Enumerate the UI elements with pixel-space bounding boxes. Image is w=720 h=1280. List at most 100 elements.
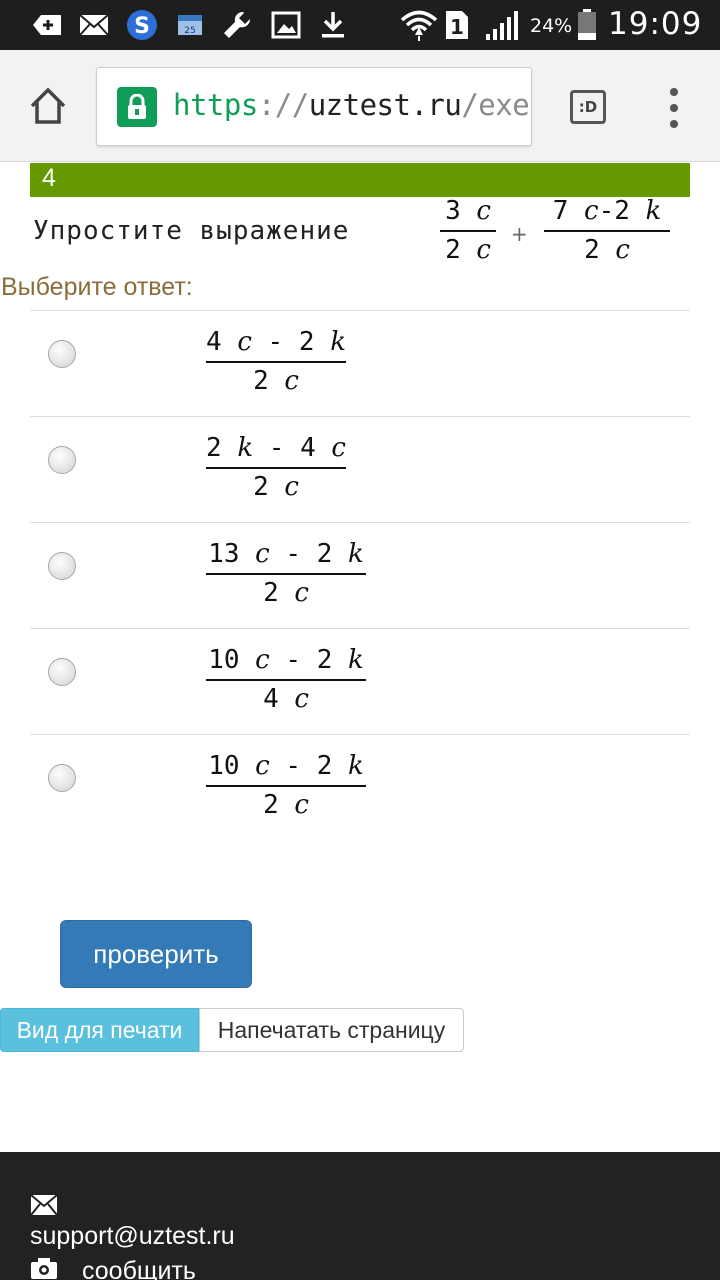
signal-icon bbox=[484, 10, 520, 40]
denominator-variable: c bbox=[284, 472, 299, 502]
fraction-denominator: 2 c bbox=[253, 366, 299, 396]
fraction-numerator: 4 c - 2 k bbox=[206, 327, 346, 357]
fraction-denominator: 2 c bbox=[584, 235, 630, 265]
address-bar[interactable]: https://uztest.ru/exer bbox=[96, 67, 532, 146]
fraction-bar bbox=[206, 361, 346, 363]
denominator-coefficient: 4 bbox=[263, 684, 295, 714]
numerator-variable: c bbox=[255, 539, 270, 569]
fraction-numerator: 7 c-2 k bbox=[553, 196, 662, 226]
numerator-variable: c bbox=[331, 433, 346, 463]
numerator-coefficient: - 4 bbox=[253, 433, 332, 463]
answer-radio[interactable] bbox=[48, 340, 76, 368]
denominator-coefficient: 2 bbox=[263, 790, 295, 820]
lock-icon bbox=[117, 87, 157, 127]
image-icon bbox=[270, 10, 302, 40]
answer-option-2[interactable]: 2 k - 4 c 2 c bbox=[30, 416, 690, 522]
fraction-bar bbox=[440, 230, 496, 232]
numerator-coefficient: -2 bbox=[598, 196, 646, 226]
denominator-variable: c bbox=[294, 684, 309, 714]
status-bar: S 25 1 24% 19:09 bbox=[0, 0, 720, 50]
denominator-coefficient: 2 bbox=[445, 235, 477, 265]
question-number-header: 4 bbox=[30, 163, 690, 197]
denominator-coefficient: 2 bbox=[584, 235, 616, 265]
numerator-coefficient: 3 bbox=[445, 196, 477, 226]
print-page-button[interactable]: Напечатать страницу bbox=[199, 1008, 464, 1052]
fraction-bar bbox=[206, 679, 366, 681]
url-path: /exer bbox=[461, 88, 531, 122]
question-prompt: Упростите выражение bbox=[33, 216, 350, 246]
plus-operator: + bbox=[511, 222, 528, 246]
sim-slot-number: 1 bbox=[450, 15, 464, 39]
menu-dot-icon bbox=[670, 120, 678, 128]
download-icon bbox=[318, 10, 348, 40]
denominator-variable: c bbox=[294, 790, 309, 820]
tabs-button[interactable]: :D bbox=[570, 90, 606, 124]
denominator-variable: c bbox=[615, 235, 630, 265]
numerator-variable: k bbox=[330, 327, 346, 357]
question-statement: Упростите выражение 3 c 2 c + 7 c-2 k 2 … bbox=[30, 196, 690, 272]
answer-option-5[interactable]: 10 c - 2 k 2 c bbox=[30, 734, 690, 840]
camera-icon bbox=[30, 1256, 58, 1280]
answer-radio[interactable] bbox=[48, 764, 76, 792]
choose-answer-label: Выберите ответ: bbox=[1, 273, 193, 301]
fraction-denominator: 2 c bbox=[253, 472, 299, 502]
answer-radio[interactable] bbox=[48, 552, 76, 580]
sim-icon: 1 bbox=[444, 10, 470, 40]
option-fraction: 10 c - 2 k 2 c bbox=[206, 751, 366, 820]
numerator-coefficient: 10 bbox=[208, 645, 256, 675]
skype-icon: S bbox=[124, 10, 160, 40]
battery-icon bbox=[576, 9, 598, 40]
numerator-coefficient: - 2 bbox=[269, 539, 349, 569]
numerator-variable: c bbox=[584, 196, 599, 226]
option-fraction: 2 k - 4 c 2 c bbox=[206, 433, 346, 502]
numerator-coefficient: - 2 bbox=[269, 751, 349, 781]
answer-option-3[interactable]: 13 c - 2 k 2 c bbox=[30, 522, 690, 628]
calendar-icon: 25 bbox=[176, 10, 206, 40]
menu-dot-icon bbox=[670, 104, 678, 112]
overflow-menu-button[interactable] bbox=[666, 88, 682, 128]
numerator-variable: c bbox=[255, 751, 270, 781]
numerator-variable: k bbox=[348, 645, 364, 675]
denominator-variable: c bbox=[294, 578, 309, 608]
fraction-numerator: 3 c bbox=[445, 196, 491, 226]
answer-radio[interactable] bbox=[48, 658, 76, 686]
fraction-bar bbox=[544, 230, 670, 232]
fraction-denominator: 4 c bbox=[263, 684, 309, 714]
svg-text:25: 25 bbox=[184, 26, 195, 36]
question-fraction-2: 7 c-2 k 2 c bbox=[544, 196, 670, 265]
fraction-numerator: 10 c - 2 k bbox=[208, 751, 364, 781]
numerator-coefficient: - 2 bbox=[251, 327, 331, 357]
print-view-button[interactable]: Вид для печати bbox=[0, 1008, 199, 1052]
numerator-coefficient: 10 bbox=[208, 751, 256, 781]
answer-radio[interactable] bbox=[48, 446, 76, 474]
numerator-variable: c bbox=[476, 196, 491, 226]
option-fraction: 13 c - 2 k 2 c bbox=[206, 539, 366, 608]
report-link[interactable]: сообщить bbox=[82, 1257, 196, 1280]
check-answer-button[interactable]: проверить bbox=[60, 920, 252, 988]
answer-option-4[interactable]: 10 c - 2 k 4 c bbox=[30, 628, 690, 734]
numerator-variable: k bbox=[348, 539, 364, 569]
support-email-link[interactable]: support@uztest.ru bbox=[30, 1222, 235, 1251]
answer-option-1[interactable]: 4 c - 2 k 2 c bbox=[30, 310, 690, 416]
url-text: https://uztest.ru/exer bbox=[173, 88, 531, 122]
numerator-variable: k bbox=[645, 196, 662, 226]
numerator-variable: c bbox=[237, 327, 252, 357]
fraction-numerator: 10 c - 2 k bbox=[208, 645, 364, 675]
url-host: uztest.ru bbox=[308, 88, 462, 122]
menu-dot-icon bbox=[670, 88, 678, 96]
wrench-icon bbox=[220, 10, 254, 40]
fraction-denominator: 2 c bbox=[263, 790, 309, 820]
home-button[interactable] bbox=[26, 84, 70, 128]
numerator-variable: c bbox=[255, 645, 270, 675]
fraction-bar bbox=[206, 467, 346, 469]
envelope-icon bbox=[30, 1194, 58, 1221]
svg-text:S: S bbox=[134, 14, 150, 39]
numerator-coefficient: 4 bbox=[206, 327, 238, 357]
fraction-bar bbox=[206, 785, 366, 787]
numerator-coefficient: 13 bbox=[208, 539, 256, 569]
page-footer: support@uztest.ru сообщить bbox=[0, 1152, 720, 1280]
question-fraction-1: 3 c 2 c bbox=[440, 196, 496, 265]
numerator-variable: k bbox=[348, 751, 364, 781]
denominator-variable: c bbox=[476, 235, 491, 265]
url-separator: :// bbox=[257, 88, 309, 122]
